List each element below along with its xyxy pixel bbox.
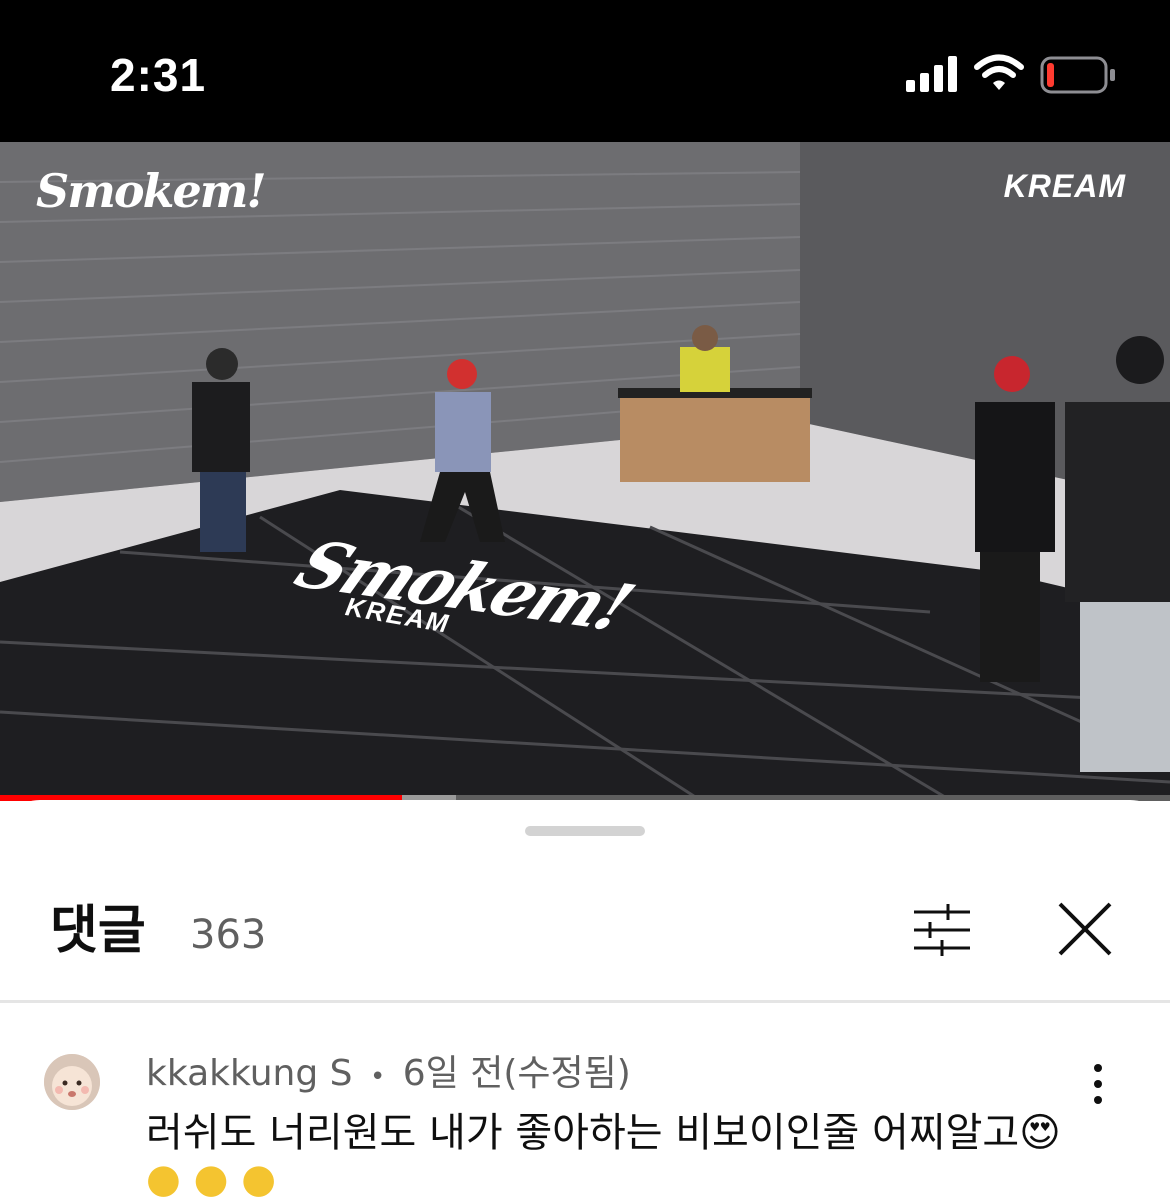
comment-meta: kkakkung S • 6일 전(수정됨) (146, 1044, 631, 1096)
video-frame-scene (0, 142, 1170, 800)
smokem-logo: Smokem! (36, 164, 267, 218)
comment-emoji-row-cutoff: ● ● ● (146, 1156, 277, 1202)
comment-text: 러쉬도 너리원도 내가 좋아하는 비보이인줄 어찌알고😍 (146, 1110, 1061, 1156)
battery-low-icon (1040, 56, 1115, 94)
comments-count: 363 (190, 912, 267, 958)
status-time: 2:31 (110, 49, 207, 101)
comment-author[interactable]: kkakkung S (146, 1053, 353, 1094)
avatar[interactable] (44, 1054, 100, 1110)
kream-logo: KREAM (1003, 168, 1126, 204)
close-icon[interactable] (1056, 900, 1114, 958)
header-divider (0, 1000, 1170, 1003)
baby-face-avatar-icon (44, 1054, 100, 1110)
comment-time: 6일 전(수정됨) (402, 1053, 631, 1094)
status-bar: 2:31 (0, 0, 1170, 142)
more-vertical-icon[interactable] (1082, 1062, 1114, 1106)
drag-handle[interactable] (525, 826, 645, 836)
wifi-icon (974, 54, 1024, 90)
sliders-icon[interactable] (912, 904, 972, 956)
video-player[interactable]: Smokem! KREAM Smokem! KREAM (0, 142, 1170, 800)
cellular-signal-icon (906, 56, 957, 92)
meta-separator: • (369, 1062, 386, 1092)
comments-sheet: 댓글 363 kkakkung S • 6일 전(수정됨) 러쉬도 너리원도 내… (0, 800, 1170, 1202)
comments-title: 댓글 (50, 901, 146, 961)
